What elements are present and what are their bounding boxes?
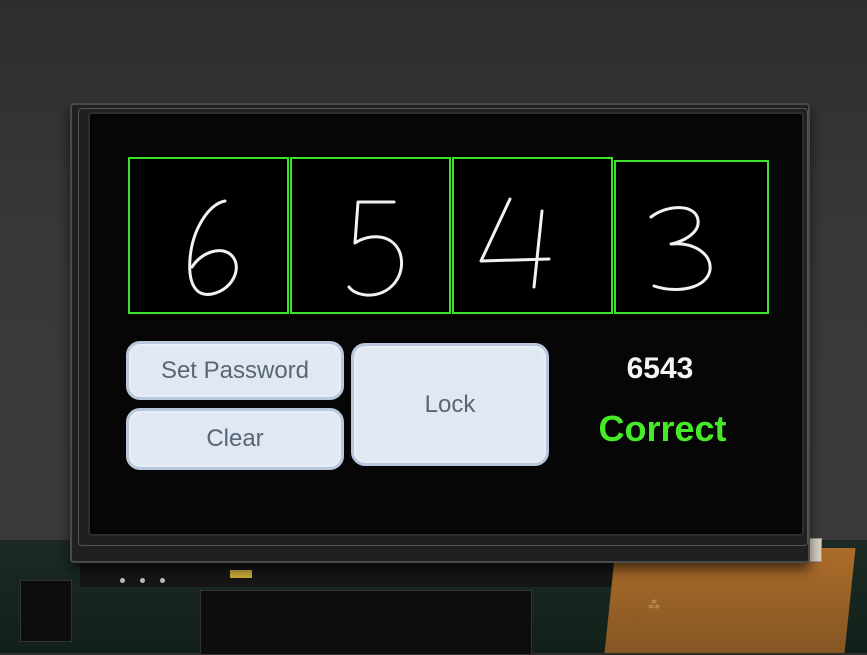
pcb-pin	[140, 578, 145, 583]
set-password-button[interactable]: Set Password	[126, 341, 344, 400]
status-text: Correct	[598, 408, 727, 449]
digit-box-2[interactable]	[290, 157, 451, 314]
pcb-pin	[160, 578, 165, 583]
lock-button[interactable]: Lock	[351, 343, 549, 466]
pcb-pin	[120, 578, 125, 583]
ribbon-cable	[604, 548, 856, 653]
digit-box-1[interactable]	[128, 157, 289, 314]
handwritten-digit-4	[479, 197, 551, 289]
gold-connector	[230, 570, 252, 578]
pcb-chip	[20, 580, 72, 642]
pcb-chip	[200, 590, 532, 655]
entered-code: 6543	[626, 352, 694, 385]
ribbon-print: ⁂	[648, 598, 660, 612]
lock-label: Lock	[424, 390, 476, 418]
handwritten-digit-6	[188, 199, 238, 296]
clear-button[interactable]: Clear	[126, 408, 344, 470]
handwritten-digit-5	[347, 200, 403, 297]
clear-label: Clear	[206, 425, 264, 452]
digit-box-3[interactable]	[452, 157, 613, 314]
handwritten-digit-3	[649, 206, 712, 291]
set-password-label: Set Password	[160, 356, 310, 384]
digit-box-4[interactable]	[614, 160, 769, 314]
